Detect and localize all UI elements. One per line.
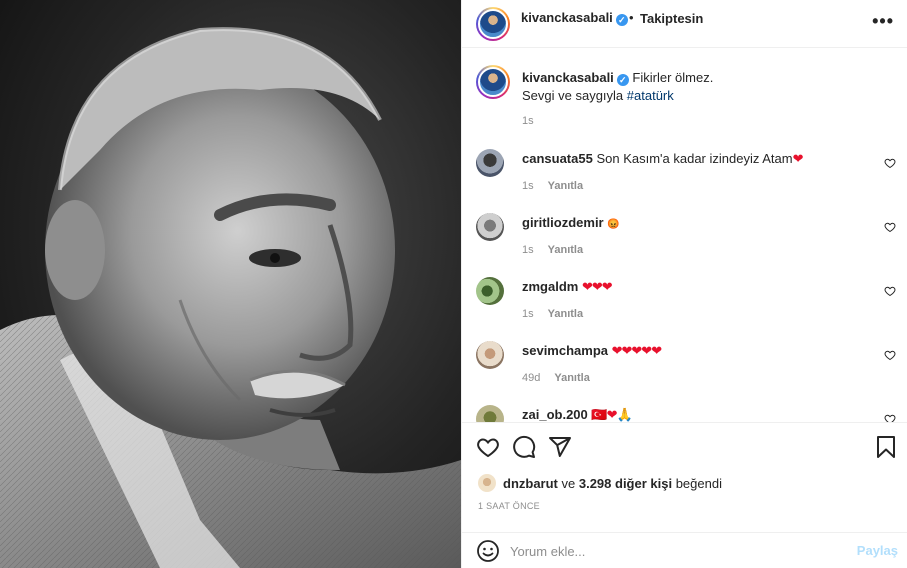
caption-line-1: Fikirler ölmez. [632,70,714,85]
commenter-avatar[interactable] [476,341,504,369]
likes-connector: ve [557,476,579,491]
comment-emoji: ❤ [792,151,804,166]
comment-item: giritliozdemir 😡 1s Yanıtla [476,213,896,263]
follow-status-button[interactable]: Takiptesin [640,11,703,26]
first-liker-username[interactable]: dnzbarut [503,476,558,491]
portrait-image [0,0,461,568]
commenter-avatar[interactable] [476,213,504,241]
post-side-panel: kivanckasabali ✓ • Takiptesin ••• kivanck… [461,0,907,568]
comment-item: zai_ob.200 🇹🇷❤🙏 [476,405,896,422]
comment-emoji: ❤❤❤❤❤ [611,343,662,358]
reply-button[interactable]: Yanıtla [554,372,589,384]
comment-time[interactable]: 49d [522,372,540,384]
comment-like-icon[interactable] [884,157,896,169]
reply-button[interactable]: Yanıtla [548,244,583,256]
paper-plane-icon[interactable] [548,435,572,459]
comment-time[interactable]: 1s [522,244,534,256]
comment-like-icon[interactable] [884,221,896,233]
reply-button[interactable]: Yanıtla [548,180,583,192]
likes-suffix: beğendi [672,476,722,491]
comment-like-icon[interactable] [884,349,896,361]
comment-emoji: 😡 [607,219,620,230]
post-comment-button[interactable]: Paylaş [857,543,898,558]
likes-summary: dnzbarut ve 3.298 diğer kişi beğendi [478,474,898,494]
heart-outline-icon[interactable] [476,435,500,459]
comment-like-icon[interactable] [884,285,896,297]
comment-emoji: ❤❤❤ [581,279,613,294]
comment-time[interactable]: 1s [522,180,534,192]
comment-username[interactable]: giritliozdemir [522,215,604,230]
post-header: kivanckasabali ✓ • Takiptesin ••• [462,0,907,48]
caption-avatar[interactable] [476,65,510,99]
caption-line-2: Sevgi ve saygıyla [522,88,627,103]
hashtag-link[interactable]: #atatürk [627,88,674,103]
caption-username[interactable]: kivanckasabali [522,70,614,85]
comment-username[interactable]: sevimchampa [522,343,608,358]
comment-text: Son Kasım'a kadar izindeyiz Atam [596,151,793,166]
separator-dot: • [629,10,634,25]
smiley-icon[interactable] [476,539,500,563]
post-timestamp[interactable]: 1 SAAT ÖNCE [478,501,540,511]
commenter-avatar[interactable] [476,405,504,422]
liker-avatar[interactable] [478,474,496,492]
author-username[interactable]: kivanckasabali ✓ [521,10,628,26]
comment-like-icon[interactable] [884,413,896,422]
comment-username[interactable]: zai_ob.200 [522,407,588,422]
bookmark-icon[interactable] [874,435,898,459]
comment-time[interactable]: 1s [522,308,534,320]
comment-item: cansuata55 Son Kasım'a kadar izindeyiz A… [476,149,896,199]
reply-button[interactable]: Yanıtla [548,308,583,320]
author-avatar[interactable] [476,7,510,41]
verified-badge-icon: ✓ [615,14,628,26]
commenter-avatar[interactable] [476,149,504,177]
comment-item: zmgaldm ❤❤❤ 1s Yanıtla [476,277,896,327]
caption-time[interactable]: 1s [522,115,534,127]
comment-username[interactable]: cansuata55 [522,151,593,166]
comment-input[interactable] [510,541,830,561]
commenter-avatar[interactable] [476,277,504,305]
verified-badge-icon: ✓ [616,74,629,86]
comments-list[interactable]: kivanckasabali ✓ Fikirler ölmez. Sevgi ve… [462,49,907,422]
comment-emoji: 🇹🇷❤🙏 [591,407,632,422]
speech-bubble-icon[interactable] [512,435,536,459]
add-comment-bar: Paylaş [462,532,907,568]
more-options-icon[interactable]: ••• [872,11,894,32]
post-actions [462,422,907,470]
comment-item: sevimchampa ❤❤❤❤❤ 49d Yanıtla [476,341,896,391]
post-photo[interactable] [0,0,461,568]
comment-username[interactable]: zmgaldm [522,279,578,294]
other-likers-link[interactable]: 3.298 diğer kişi [579,476,672,491]
